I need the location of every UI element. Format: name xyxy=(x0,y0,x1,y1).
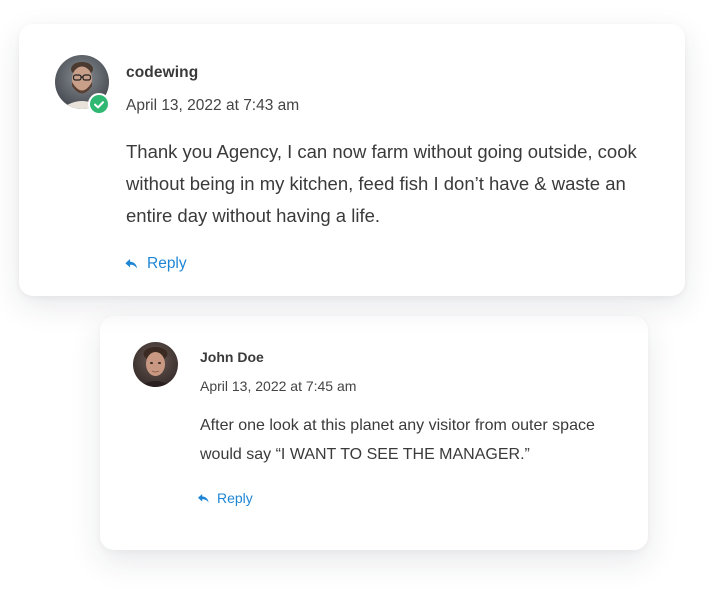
reply-arrow-icon xyxy=(198,493,209,503)
comment-text: After one look at this planet any visito… xyxy=(200,417,595,463)
reply-button[interactable]: Reply xyxy=(125,255,187,273)
reply-label: Reply xyxy=(147,255,187,272)
comments-section: John Doe April 13, 2022 at 7:45 am After… xyxy=(0,0,726,591)
reply-comment-card: John Doe April 13, 2022 at 7:45 am After… xyxy=(100,316,648,550)
comment-text: Thank you Agency, I can now farm without… xyxy=(126,141,637,226)
comment-author[interactable]: codewing xyxy=(126,64,198,82)
user-avatar-image xyxy=(133,342,178,387)
comment-author[interactable]: John Doe xyxy=(200,349,264,365)
reply-arrow-icon xyxy=(125,259,138,269)
reply-label: Reply xyxy=(217,490,253,506)
avatar[interactable] xyxy=(55,55,110,115)
reply-button[interactable]: Reply xyxy=(198,490,253,506)
check-badge-icon xyxy=(88,93,110,115)
comment-date[interactable]: April 13, 2022 at 7:43 am xyxy=(126,97,299,115)
comment-date[interactable]: April 13, 2022 at 7:45 am xyxy=(200,378,356,394)
avatar[interactable] xyxy=(133,342,178,387)
comment-card: codewing April 13, 2022 at 7:43 am Thank… xyxy=(19,24,685,296)
